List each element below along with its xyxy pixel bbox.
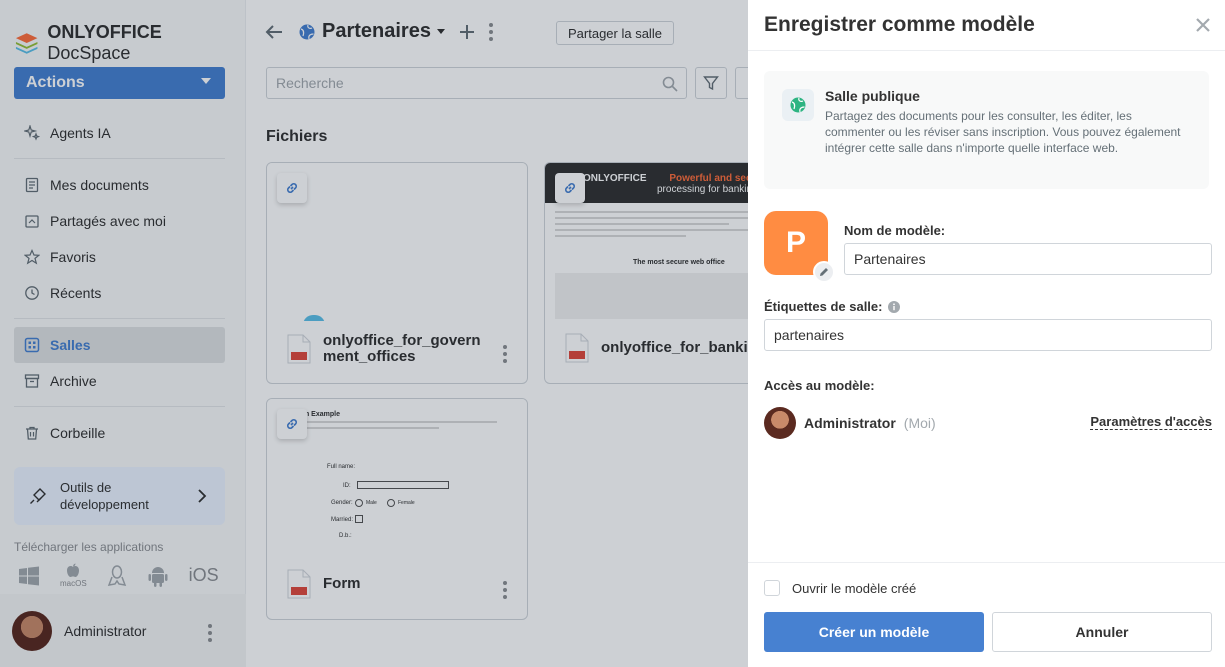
pencil-icon[interactable] — [813, 261, 835, 283]
create-template-button[interactable]: Créer un modèle — [764, 612, 984, 652]
public-room-info: Salle publique Partagez des documents po… — [764, 71, 1209, 189]
access-user-me: (Moi) — [903, 415, 936, 431]
modal-backdrop[interactable] — [0, 0, 748, 667]
panel-header: Enregistrer comme modèle — [748, 0, 1225, 51]
template-name-input[interactable] — [844, 243, 1212, 275]
room-tags-input[interactable] — [764, 319, 1212, 351]
access-user-row: Administrator (Moi) Paramètres d'accès — [764, 407, 1212, 439]
template-name-label: Nom de modèle: — [844, 223, 946, 238]
close-icon[interactable] — [1194, 16, 1212, 34]
access-settings-link[interactable]: Paramètres d'accès — [1090, 415, 1212, 430]
info-title: Salle publique — [825, 88, 920, 104]
access-label: Accès au modèle: — [764, 378, 875, 393]
save-as-template-panel: Enregistrer comme modèle Salle publique … — [748, 0, 1225, 667]
panel-title: Enregistrer comme modèle — [764, 13, 1035, 36]
open-template-label: Ouvrir le modèle créé — [792, 580, 917, 596]
globe-icon — [782, 89, 814, 121]
cancel-button[interactable]: Annuler — [992, 612, 1212, 652]
panel-footer: Ouvrir le modèle créé Créer un modèle An… — [748, 562, 1225, 667]
room-tags-label: Étiquettes de salle: — [764, 299, 901, 314]
room-logo-letter: P — [785, 226, 806, 259]
open-template-checkbox-row[interactable]: Ouvrir le modèle créé — [764, 580, 916, 596]
avatar — [764, 407, 796, 439]
info-icon[interactable] — [888, 300, 901, 313]
open-template-checkbox[interactable] — [764, 580, 780, 596]
info-description: Partagez des documents pour les consulte… — [825, 109, 1181, 155]
access-user-name: Administrator — [804, 415, 896, 431]
